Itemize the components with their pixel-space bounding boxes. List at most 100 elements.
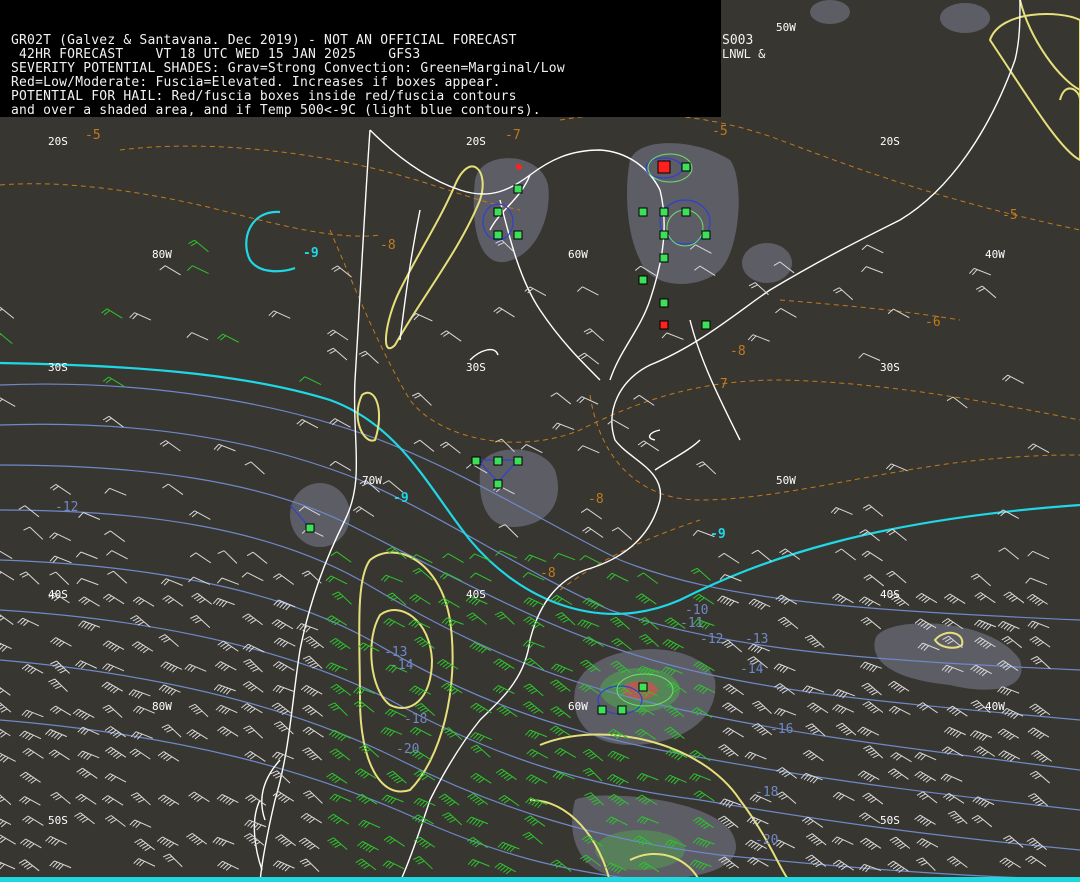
wind-barb (439, 441, 461, 454)
wind-barb (1029, 770, 1051, 784)
blue-contour-label: -18 (755, 785, 779, 800)
hail-box (659, 320, 669, 330)
marginal-box (701, 230, 711, 240)
wind-barb (162, 483, 184, 495)
cyan-contour-label: -9 (393, 491, 409, 506)
wind-barb (577, 619, 600, 629)
wind-barb (830, 507, 853, 515)
wind-barb (974, 619, 997, 631)
wind-barb (440, 330, 462, 342)
wind-barb (915, 592, 938, 604)
wind-barb (914, 771, 936, 783)
wind-barb (241, 572, 264, 582)
wind-barb (186, 265, 209, 275)
wind-barb (722, 702, 744, 714)
wind-barb (215, 704, 238, 715)
wind-barb (327, 837, 348, 851)
wind-barb (858, 596, 881, 607)
wind-barb (550, 859, 572, 872)
wind-barb (469, 553, 492, 562)
wind-barb (438, 597, 460, 608)
wind-barb (190, 614, 211, 629)
wind-barb (944, 593, 966, 605)
wind-barb (946, 705, 968, 717)
wind-barb (75, 660, 98, 669)
wind-barb (129, 312, 152, 321)
wind-barb (915, 857, 936, 871)
wind-barb (835, 548, 856, 561)
wind-barb (858, 352, 881, 361)
wind-barb (273, 599, 296, 611)
wind-barb (718, 744, 739, 757)
orange-contour-label: -6 (925, 315, 941, 330)
wind-barb (696, 461, 717, 475)
wind-barb (45, 835, 67, 846)
wind-barb (271, 619, 294, 630)
wind-barb (161, 724, 182, 738)
wind-barb (553, 552, 576, 561)
wind-barb (19, 838, 42, 849)
wind-barb (1026, 593, 1048, 607)
wind-barb (101, 308, 123, 319)
wind-barb (19, 730, 42, 741)
wind-barb (802, 749, 824, 762)
wind-barb (160, 661, 183, 673)
wind-barb (862, 792, 884, 805)
wind-barb (355, 793, 378, 805)
wind-barb (888, 680, 910, 693)
wind-barb (493, 306, 515, 318)
wind-barb (157, 794, 180, 807)
wind-barb (326, 347, 348, 361)
wind-barb (554, 747, 576, 758)
wind-barb (947, 810, 968, 825)
wind-barb (523, 701, 544, 714)
wind-barb (496, 705, 518, 718)
wind-barb (242, 681, 264, 693)
wind-barb (0, 397, 16, 407)
wind-barb (326, 772, 348, 784)
wind-barb (1030, 656, 1051, 670)
wind-barb (0, 728, 11, 738)
wind-barb (102, 704, 123, 718)
wind-barb (19, 796, 41, 806)
wind-barb (49, 555, 72, 564)
wind-barb (49, 571, 70, 586)
wind-barb (1031, 750, 1053, 763)
wind-barb (973, 746, 996, 757)
wind-barb (78, 620, 101, 632)
marginal-box (638, 275, 648, 285)
wind-barb (1025, 855, 1047, 867)
hail-dot (516, 164, 522, 170)
wind-barb (409, 594, 431, 605)
wind-barb (831, 836, 854, 845)
wind-barb (523, 597, 546, 608)
wind-barb (383, 618, 405, 628)
wind-barb (969, 730, 992, 742)
wind-barb (0, 687, 11, 696)
lon-label: 60W (568, 248, 588, 261)
wind-barb (862, 504, 884, 517)
wind-barb (413, 439, 435, 452)
wind-barb (413, 797, 436, 808)
wind-barb (722, 727, 744, 738)
wind-barb (0, 642, 12, 652)
wind-barb (494, 611, 515, 625)
wind-barb (914, 814, 936, 827)
marginal-box (659, 253, 669, 263)
wind-barb (611, 527, 633, 540)
wind-barb (526, 748, 549, 759)
wind-barb (524, 554, 547, 562)
wind-barb (298, 837, 320, 850)
wind-barb (217, 726, 239, 737)
wind-barb (832, 287, 854, 301)
wind-barb (470, 732, 493, 742)
wind-barb (916, 838, 939, 849)
wind-barb (861, 550, 883, 562)
wind-barb (859, 661, 882, 673)
wind-barb (637, 440, 660, 452)
wind-barb (607, 750, 630, 762)
marginal-box (513, 230, 523, 240)
wind-barb (493, 658, 515, 671)
wind-barb (327, 813, 349, 825)
wind-barb (857, 726, 880, 737)
